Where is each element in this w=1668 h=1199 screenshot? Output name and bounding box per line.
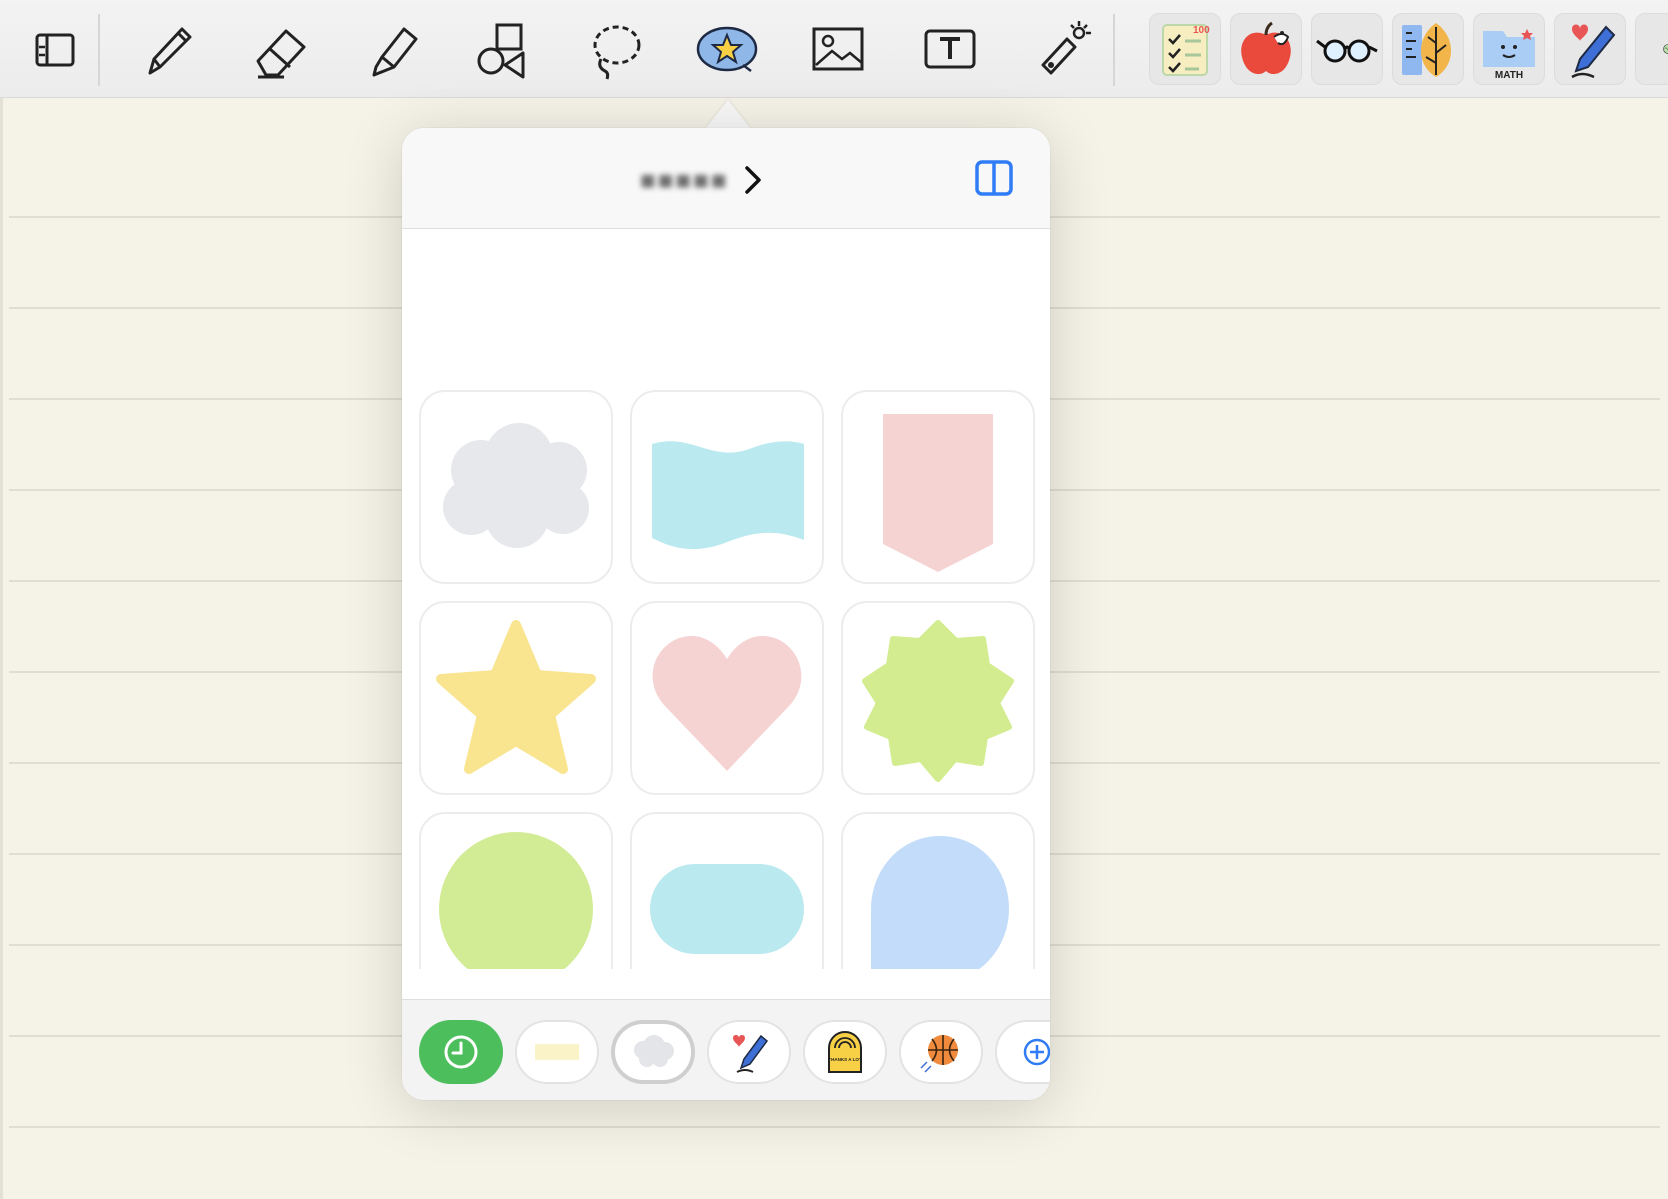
stickers-tool-button[interactable]	[692, 14, 762, 84]
sticker-heart[interactable]	[630, 601, 824, 795]
sticker-burst[interactable]	[841, 601, 1035, 795]
recent-sticker-pen-heart[interactable]	[1554, 13, 1626, 85]
checklist-sticker-icon: 100	[1162, 24, 1210, 76]
cloud-icon	[634, 1035, 674, 1067]
category-sports[interactable]	[899, 1020, 983, 1084]
sticker-pill[interactable]	[630, 812, 824, 969]
svg-text:MATH: MATH	[1495, 70, 1523, 81]
sidebar-pages-icon	[35, 33, 75, 67]
shapes-icon	[477, 23, 525, 79]
pen-heart-icon	[733, 1034, 769, 1073]
category-pens[interactable]	[707, 1020, 791, 1084]
heart-shape-icon	[652, 636, 802, 771]
star-shape-icon	[436, 620, 596, 774]
leaf-ruler-sticker-icon	[1402, 23, 1451, 77]
category-recents[interactable]	[419, 1020, 503, 1084]
category-thanks[interactable]: THANKS A LOT	[803, 1020, 887, 1084]
pill-shape-icon	[650, 864, 804, 954]
sticker-pennant[interactable]	[841, 390, 1035, 584]
sticker-grid	[402, 229, 1050, 969]
recent-sticker-glasses[interactable]	[1311, 13, 1383, 85]
laser-pointer-icon	[1041, 21, 1091, 75]
sticker-collection-title: ■■■■■	[640, 164, 729, 195]
lasso-icon	[593, 25, 641, 80]
clock-icon	[444, 1035, 478, 1069]
math-folder-sticker-icon: MATH	[1483, 29, 1535, 81]
category-add[interactable]	[995, 1020, 1050, 1084]
svg-text:100: 100	[1193, 25, 1210, 36]
laser-pointer-tool-button[interactable]	[1026, 14, 1096, 84]
pen-icon	[148, 27, 192, 75]
highlighter-tool-button[interactable]	[357, 14, 427, 84]
sticky-note-icon	[535, 1044, 579, 1060]
sticker-popover: ■■■■■ THANKS A LOT	[402, 128, 1050, 1100]
toolbar: 100 MATH	[0, 0, 1668, 98]
sticker-cloud[interactable]	[419, 390, 613, 584]
recent-sticker-math[interactable]: MATH	[1473, 13, 1545, 85]
popover-header: ■■■■■	[402, 128, 1050, 229]
recent-sticker-checklist[interactable]: 100	[1149, 13, 1221, 85]
text-box-icon	[924, 29, 976, 69]
svg-text:THANKS A LOT: THANKS A LOT	[828, 1057, 861, 1062]
pen-tool-button[interactable]	[133, 14, 203, 84]
popover-arrow	[704, 100, 752, 130]
toolbar-divider	[98, 14, 100, 86]
toolbar-divider	[1113, 14, 1115, 86]
sticker-speech-drop[interactable]	[841, 812, 1035, 969]
text-tool-button[interactable]	[915, 14, 985, 84]
eraser-icon	[256, 29, 306, 79]
apple-worm-sticker-icon	[1241, 21, 1291, 75]
split-view-icon[interactable]	[974, 158, 1014, 198]
burst-shape-icon	[862, 620, 1014, 782]
sidebar-pages-button[interactable]	[20, 14, 90, 84]
sticker-wave-banner[interactable]	[630, 390, 824, 584]
shapes-tool-button[interactable]	[468, 14, 538, 84]
chevron-right-icon	[744, 166, 761, 194]
image-icon	[812, 27, 864, 71]
page-rule	[9, 1126, 1660, 1128]
speech-drop-shape-icon	[871, 836, 1009, 969]
eraser-tool-button[interactable]	[245, 14, 315, 84]
sticker-star-icon	[696, 26, 758, 72]
image-tool-button[interactable]	[803, 14, 873, 84]
category-shapes[interactable]	[611, 1020, 695, 1084]
recent-sticker-leaf[interactable]	[1392, 13, 1464, 85]
lasso-tool-button[interactable]	[580, 14, 650, 84]
sticker-star[interactable]	[419, 601, 613, 795]
basketball-icon	[920, 1035, 958, 1073]
category-notes[interactable]	[515, 1020, 599, 1084]
glasses-sticker-icon	[1316, 39, 1378, 63]
recent-sticker-apple[interactable]	[1230, 13, 1302, 85]
recent-sticker-globe[interactable]	[1635, 13, 1668, 85]
rainbow-badge-icon: THANKS A LOT	[828, 1031, 862, 1073]
wave-banner-shape-icon	[652, 441, 804, 550]
pen-heart-sticker-icon	[1571, 24, 1616, 79]
sticker-collection-title-button[interactable]: ■■■■■	[640, 160, 763, 200]
plus-circle-icon	[1023, 1038, 1050, 1066]
sticker-circle[interactable]	[419, 812, 613, 969]
globe-sticker-icon	[1663, 44, 1668, 54]
pennant-shape-icon	[883, 414, 993, 572]
circle-shape-icon	[439, 832, 593, 969]
cloud-shape-icon	[443, 423, 589, 548]
highlighter-icon	[372, 27, 418, 77]
sticker-category-tray: THANKS A LOT	[402, 999, 1050, 1100]
